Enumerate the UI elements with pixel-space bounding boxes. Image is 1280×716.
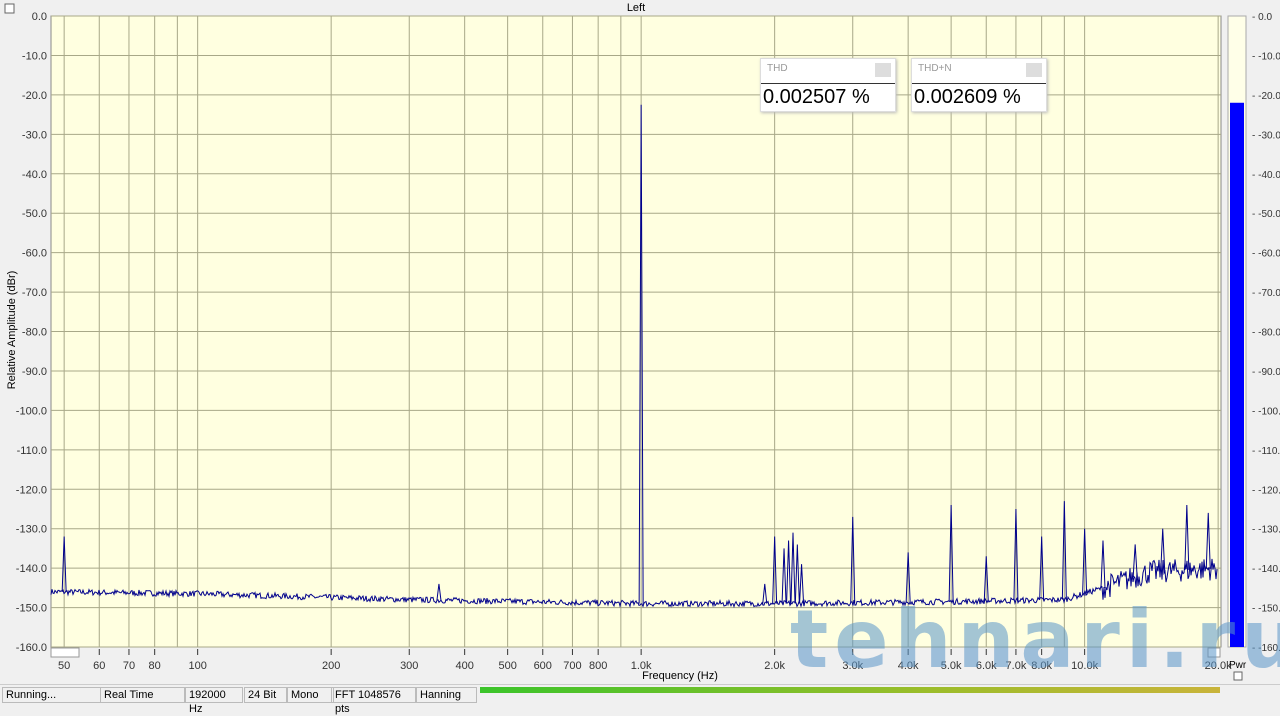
x-tick-label: 600 <box>534 660 552 672</box>
x-tick-label: 500 <box>498 660 516 672</box>
meter-tick-label: - -30.0 <box>1252 130 1280 141</box>
meter-tick-label: - -40.0 <box>1252 170 1280 181</box>
y-tick-label: -70.0 <box>22 287 47 299</box>
x-tick-label: 60 <box>93 660 105 672</box>
meter-tick-label: - 0.0 <box>1252 12 1272 23</box>
thdn-label: THD+N <box>918 63 952 74</box>
chart-title: Left <box>627 2 645 14</box>
x-tick-label: 100 <box>188 660 206 672</box>
x-tick-label: 70 <box>123 660 135 672</box>
meter-tick-label: - -130.0 <box>1252 525 1280 536</box>
status-samplerate: 192000 Hz <box>185 687 243 715</box>
thd-close-button[interactable] <box>875 63 891 77</box>
y-tick-label: -20.0 <box>22 90 47 102</box>
y-tick-label: -130.0 <box>16 524 47 536</box>
spectrum-chart: 0.0 -10.0 -20.0 -30.0 -40.0 -50.0 -60.0 -70.0 -8… <box>4 2 1280 682</box>
y-tick-label: -140.0 <box>16 563 47 575</box>
meter-tick-label: - -110.0 <box>1252 446 1280 457</box>
x-tick-label: 200 <box>322 660 340 672</box>
thdn-close-button[interactable] <box>1026 63 1042 77</box>
y-tick-label: 0.0 <box>32 11 47 23</box>
y-tick-label: -150.0 <box>16 603 47 615</box>
y-tick-label: -10.0 <box>22 50 47 62</box>
y-tick-label: -110.0 <box>17 445 47 457</box>
meter-tick-label: - -70.0 <box>1252 288 1280 299</box>
y-tick-label: -50.0 <box>22 208 47 220</box>
x-tick-label: 400 <box>455 660 473 672</box>
x-tick-label: 700 <box>563 660 581 672</box>
y-tick-label: -160.0 <box>16 642 47 654</box>
status-state: Running... <box>2 687 101 703</box>
meter-tick-label: - -140.0 <box>1252 564 1280 575</box>
y-tick-label: -90.0 <box>22 366 47 378</box>
x-axis-label: Frequency (Hz) <box>642 670 718 682</box>
status-mode: Real Time <box>100 687 185 703</box>
meter-tick-label: - -60.0 <box>1252 249 1280 260</box>
meter-tick-label: - -10.0 <box>1252 51 1280 62</box>
meter-tick-label: - -80.0 <box>1252 328 1280 339</box>
thd-value: 0.002507 % <box>761 83 895 110</box>
y-axis-label: Relative Amplitude (dBr) <box>6 271 18 390</box>
thd-readout: THD 0.002507 % <box>760 58 896 112</box>
y-tick-label: -120.0 <box>16 484 47 496</box>
y-tick-label: -80.0 <box>22 327 47 339</box>
meter-tick-label: - -20.0 <box>1252 91 1280 102</box>
x-tick-label: 50 <box>58 660 70 672</box>
meter-tick-label: - -100.0 <box>1252 406 1280 417</box>
status-bitdepth: 24 Bit <box>244 687 287 703</box>
collapse-button <box>4 3 15 14</box>
scroll-left-button <box>50 647 80 658</box>
meter-tick-label: - -50.0 <box>1252 209 1280 220</box>
x-tick-label: 80 <box>149 660 161 672</box>
meter-tick-label: - -90.0 <box>1252 367 1280 378</box>
y-tick-label: -60.0 <box>22 248 47 260</box>
meter-tick-label: - -120.0 <box>1252 485 1280 496</box>
thdn-readout: THD+N 0.002609 % <box>911 58 1047 112</box>
x-tick-label: 300 <box>400 660 418 672</box>
status-window: Hanning <box>416 687 477 703</box>
level-meter-bar <box>1230 102 1244 647</box>
status-fft: FFT 1048576 pts <box>331 687 416 715</box>
thd-label: THD <box>767 63 788 74</box>
y-tick-label: -30.0 <box>22 129 47 141</box>
y-tick-label: -40.0 <box>22 169 47 181</box>
input-level-bar <box>480 687 1220 693</box>
x-tick-label: 2.0k <box>764 660 785 672</box>
y-tick-label: -100.0 <box>16 405 47 417</box>
status-channels: Mono <box>287 687 334 703</box>
thdn-value: 0.002609 % <box>912 83 1046 110</box>
watermark: tehnari.ru <box>790 593 1280 686</box>
x-tick-label: 800 <box>589 660 607 672</box>
